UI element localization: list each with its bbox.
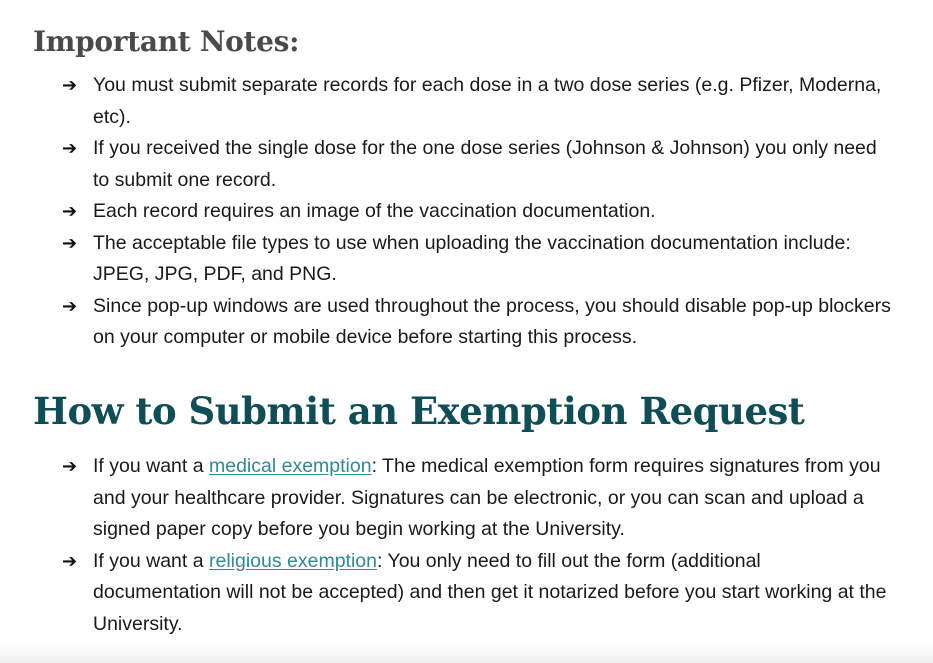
list-item: ➔ Since pop-up windows are used througho… — [0, 291, 933, 354]
exemption-prefix: If you want a — [93, 549, 209, 572]
list-item: ➔ If you want a religious exemption: You… — [0, 546, 933, 641]
arrow-right-icon: ➔ — [62, 550, 78, 571]
medical-exemption-link[interactable]: medical exemption — [209, 455, 372, 477]
note-text: Each record requires an image of the vac… — [93, 200, 656, 222]
bottom-edge — [0, 641, 933, 663]
important-notes-heading: Important Notes: — [33, 25, 300, 58]
note-text: If you received the single dose for the … — [93, 137, 877, 191]
exemption-request-heading: How to Submit an Exemption Request — [33, 389, 805, 433]
important-notes-list: ➔ You must submit separate records for e… — [0, 70, 933, 354]
exemption-prefix: If you want a — [93, 455, 209, 477]
note-text: Since pop-up windows are used throughout… — [93, 294, 891, 349]
list-item: ➔ The acceptable file types to use when … — [0, 228, 933, 291]
note-text: You must submit separate records for eac… — [93, 74, 882, 128]
document-page: Important Notes: ➔ You must submit separ… — [0, 0, 933, 663]
arrow-right-icon: ➔ — [62, 232, 78, 253]
list-item: ➔ If you want a medical exemption: The m… — [0, 451, 933, 546]
arrow-right-icon: ➔ — [62, 456, 78, 476]
arrow-right-icon: ➔ — [62, 138, 78, 158]
list-item: ➔ If you received the single dose for th… — [0, 133, 933, 196]
note-text: The acceptable file types to use when up… — [93, 231, 851, 286]
arrow-right-icon: ➔ — [62, 201, 78, 221]
arrow-right-icon: ➔ — [62, 75, 78, 95]
exemption-list: ➔ If you want a medical exemption: The m… — [0, 451, 933, 640]
religious-exemption-link[interactable]: religious exemption — [209, 550, 377, 572]
arrow-right-icon: ➔ — [62, 295, 78, 316]
list-item: ➔ You must submit separate records for e… — [0, 70, 933, 133]
list-item: ➔ Each record requires an image of the v… — [0, 196, 933, 228]
